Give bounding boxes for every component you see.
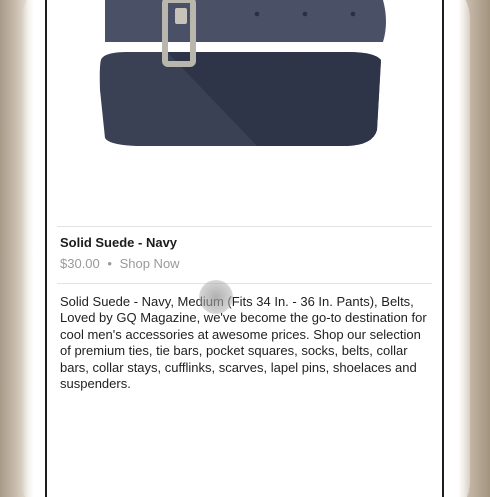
- photo-background: Solid Suede - Navy $30.00 • Shop Now Sol…: [0, 0, 490, 497]
- product-title: Solid Suede - Navy: [60, 235, 178, 250]
- price-row: $30.00 • Shop Now: [60, 256, 180, 271]
- product-description: Solid Suede - Navy, Medium (Fits 34 In. …: [60, 294, 427, 392]
- product-price: $30.00: [60, 256, 100, 271]
- product-image[interactable]: [47, 0, 442, 148]
- divider-mid: [57, 283, 432, 284]
- belt-upper-strap: [105, 0, 386, 42]
- shop-now-link[interactable]: Shop Now: [120, 256, 180, 271]
- touch-indicator: [199, 280, 233, 314]
- phone-screen: Solid Suede - Navy $30.00 • Shop Now Sol…: [45, 0, 444, 497]
- divider-top: [57, 226, 432, 227]
- price-separator: •: [107, 256, 112, 271]
